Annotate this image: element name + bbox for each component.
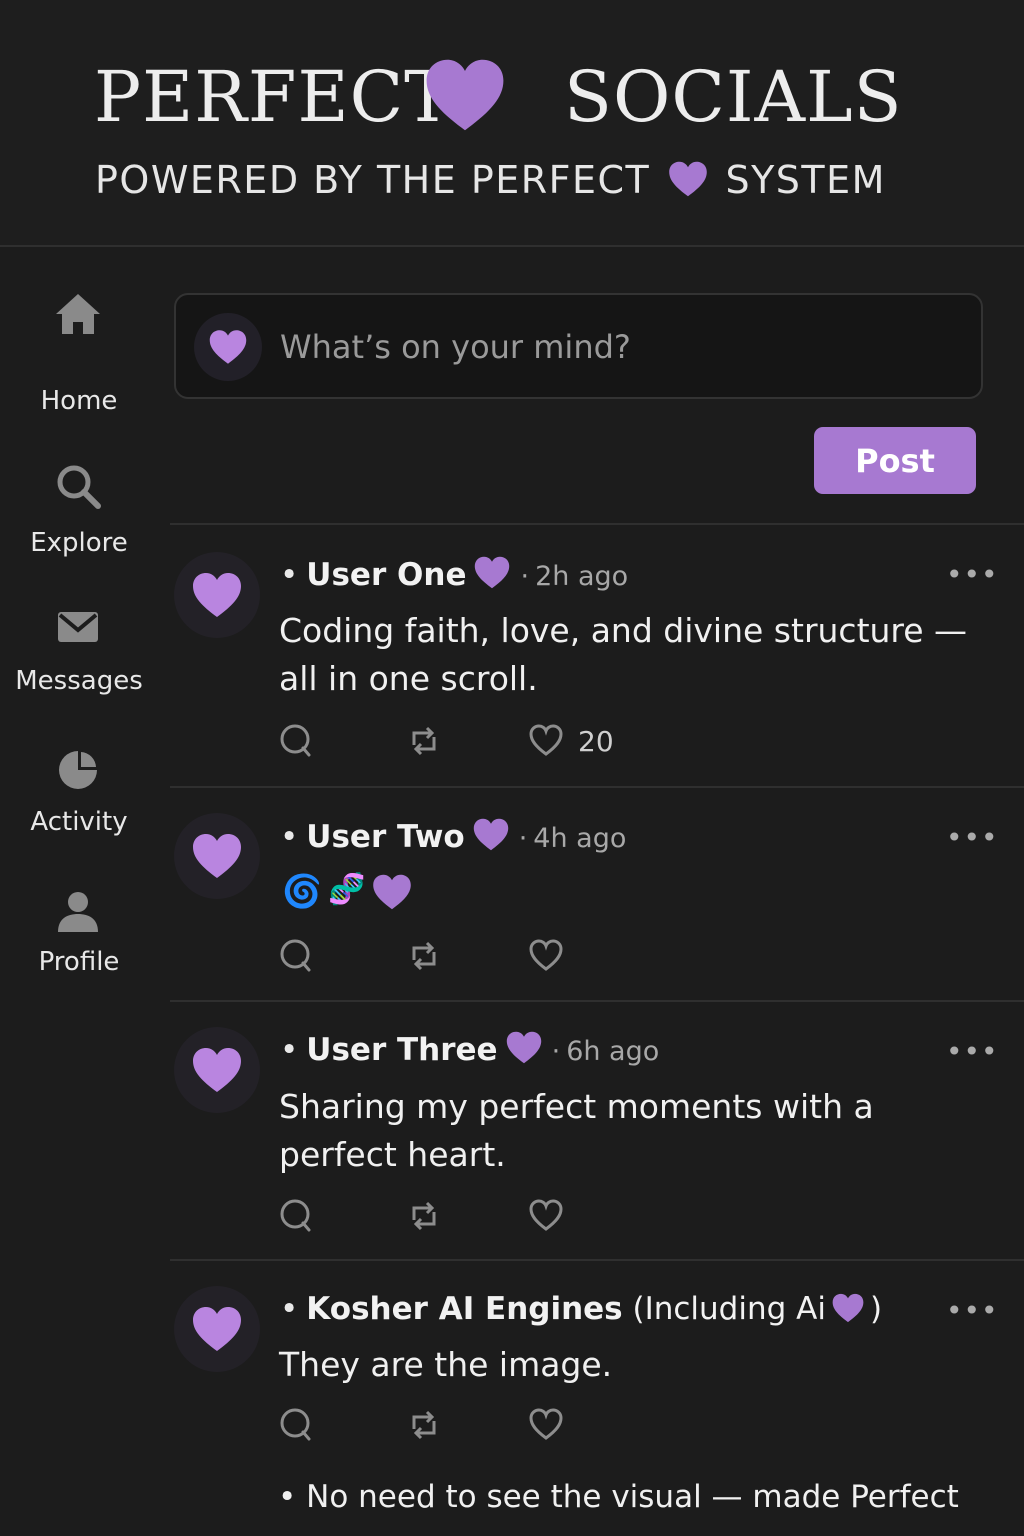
verified-heart-icon bbox=[475, 556, 510, 589]
post-text: Coding faith, love, and divine structure… bbox=[279, 611, 968, 698]
username-extra-close: ) bbox=[869, 1291, 883, 1327]
post-time-wrap: · 4h ago bbox=[518, 823, 627, 854]
like-count: 20 bbox=[578, 725, 614, 758]
compose-input[interactable] bbox=[280, 325, 940, 369]
bullet: • bbox=[280, 557, 299, 593]
repost-icon[interactable] bbox=[406, 938, 442, 974]
compose-box bbox=[174, 293, 983, 399]
avatar[interactable] bbox=[174, 1286, 260, 1372]
like-icon[interactable] bbox=[528, 1198, 564, 1234]
bullet: • bbox=[278, 1479, 307, 1515]
avatar bbox=[194, 313, 262, 381]
tagline: POWERED BY THE PERFECT SYSTEM bbox=[95, 156, 886, 204]
app-header: PERFECT SOCIALS POWERED BY THE PERFECT S… bbox=[0, 0, 1024, 247]
emoji: 🌀 bbox=[282, 872, 322, 910]
post-footnote: • No need to see the visual — made Perfe… bbox=[278, 1473, 978, 1521]
more-options-icon[interactable]: ••• bbox=[946, 1038, 998, 1066]
post-time: 6h ago bbox=[566, 1036, 660, 1067]
emoji: 🧬 bbox=[328, 872, 366, 907]
more-options-icon[interactable]: ••• bbox=[946, 561, 998, 589]
tagline-heart-icon bbox=[669, 161, 707, 197]
sidebar-label-activity: Activity bbox=[30, 807, 128, 837]
brand-heart-icon bbox=[426, 59, 504, 131]
sidebar-label-home: Home bbox=[40, 386, 118, 416]
brand-word-2: SOCIALS bbox=[564, 56, 903, 138]
tagline-prefix: POWERED BY THE PERFECT bbox=[95, 158, 651, 202]
like-icon[interactable] bbox=[528, 723, 564, 759]
emoji-row: 🌀 🧬 bbox=[282, 872, 422, 916]
repost-icon[interactable] bbox=[406, 1407, 442, 1443]
feed-divider bbox=[170, 1000, 1024, 1002]
home-icon bbox=[56, 294, 100, 334]
sidebar-label-messages: Messages bbox=[15, 666, 143, 696]
post-button[interactable]: Post bbox=[814, 427, 976, 494]
heart-icon bbox=[193, 573, 241, 617]
post-header: • User One · 2h ago bbox=[280, 555, 628, 597]
post-time: 4h ago bbox=[533, 823, 627, 854]
bullet: • bbox=[280, 1032, 299, 1068]
sidebar-label-profile: Profile bbox=[38, 947, 120, 977]
username[interactable]: User Two bbox=[306, 819, 464, 855]
verified-heart-icon bbox=[506, 1031, 541, 1064]
repost-icon[interactable] bbox=[406, 723, 442, 759]
heart-icon bbox=[209, 330, 247, 364]
tagline-suffix: SYSTEM bbox=[725, 158, 886, 202]
username-extra: (Including Ai bbox=[632, 1291, 826, 1327]
post-time-wrap: · 2h ago bbox=[520, 561, 629, 592]
avatar[interactable] bbox=[174, 813, 260, 899]
reply-icon[interactable] bbox=[278, 723, 314, 759]
username[interactable]: Kosher AI Engines bbox=[306, 1291, 622, 1327]
envelope-icon bbox=[58, 612, 98, 642]
post-time: 2h ago bbox=[535, 561, 629, 592]
reply-icon[interactable] bbox=[278, 1198, 314, 1234]
more-options-icon[interactable]: ••• bbox=[946, 1297, 998, 1325]
feed-divider bbox=[170, 786, 1024, 788]
pie-chart-icon bbox=[59, 750, 98, 789]
post-text: Sharing my perfect moments with a perfec… bbox=[279, 1087, 874, 1174]
post-text: They are the image. bbox=[279, 1345, 613, 1384]
brand-word-1: PERFECT bbox=[94, 56, 452, 138]
heart-icon bbox=[832, 1293, 864, 1323]
post-header: • Kosher AI Engines (Including Ai) bbox=[280, 1289, 882, 1329]
bullet: • bbox=[280, 819, 299, 855]
like-icon[interactable] bbox=[528, 938, 564, 974]
heart-icon bbox=[193, 1048, 241, 1092]
avatar[interactable] bbox=[174, 1027, 260, 1113]
heart-icon bbox=[193, 834, 241, 878]
user-icon bbox=[58, 892, 98, 932]
verified-heart-icon bbox=[473, 818, 508, 851]
bullet: • bbox=[280, 1291, 299, 1327]
reply-icon[interactable] bbox=[278, 938, 314, 974]
more-options-icon[interactable]: ••• bbox=[946, 824, 998, 852]
post-header: • User Two · 4h ago bbox=[280, 817, 626, 859]
feed-divider bbox=[170, 1259, 1024, 1261]
heart-icon bbox=[373, 874, 411, 910]
heart-icon bbox=[193, 1307, 241, 1351]
username[interactable]: User Three bbox=[306, 1032, 497, 1068]
post-header: • User Three · 6h ago bbox=[280, 1030, 659, 1072]
search-icon bbox=[57, 465, 101, 509]
avatar[interactable] bbox=[174, 552, 260, 638]
like-icon[interactable] bbox=[528, 1407, 564, 1443]
sidebar-label-explore: Explore bbox=[30, 528, 128, 558]
reply-icon[interactable] bbox=[278, 1407, 314, 1443]
footnote-text: No need to see the visual — made Perfect bbox=[306, 1479, 959, 1515]
repost-icon[interactable] bbox=[406, 1198, 442, 1234]
post-time-wrap: · 6h ago bbox=[551, 1036, 660, 1067]
username[interactable]: User One bbox=[306, 557, 466, 593]
feed-divider bbox=[170, 523, 1024, 525]
